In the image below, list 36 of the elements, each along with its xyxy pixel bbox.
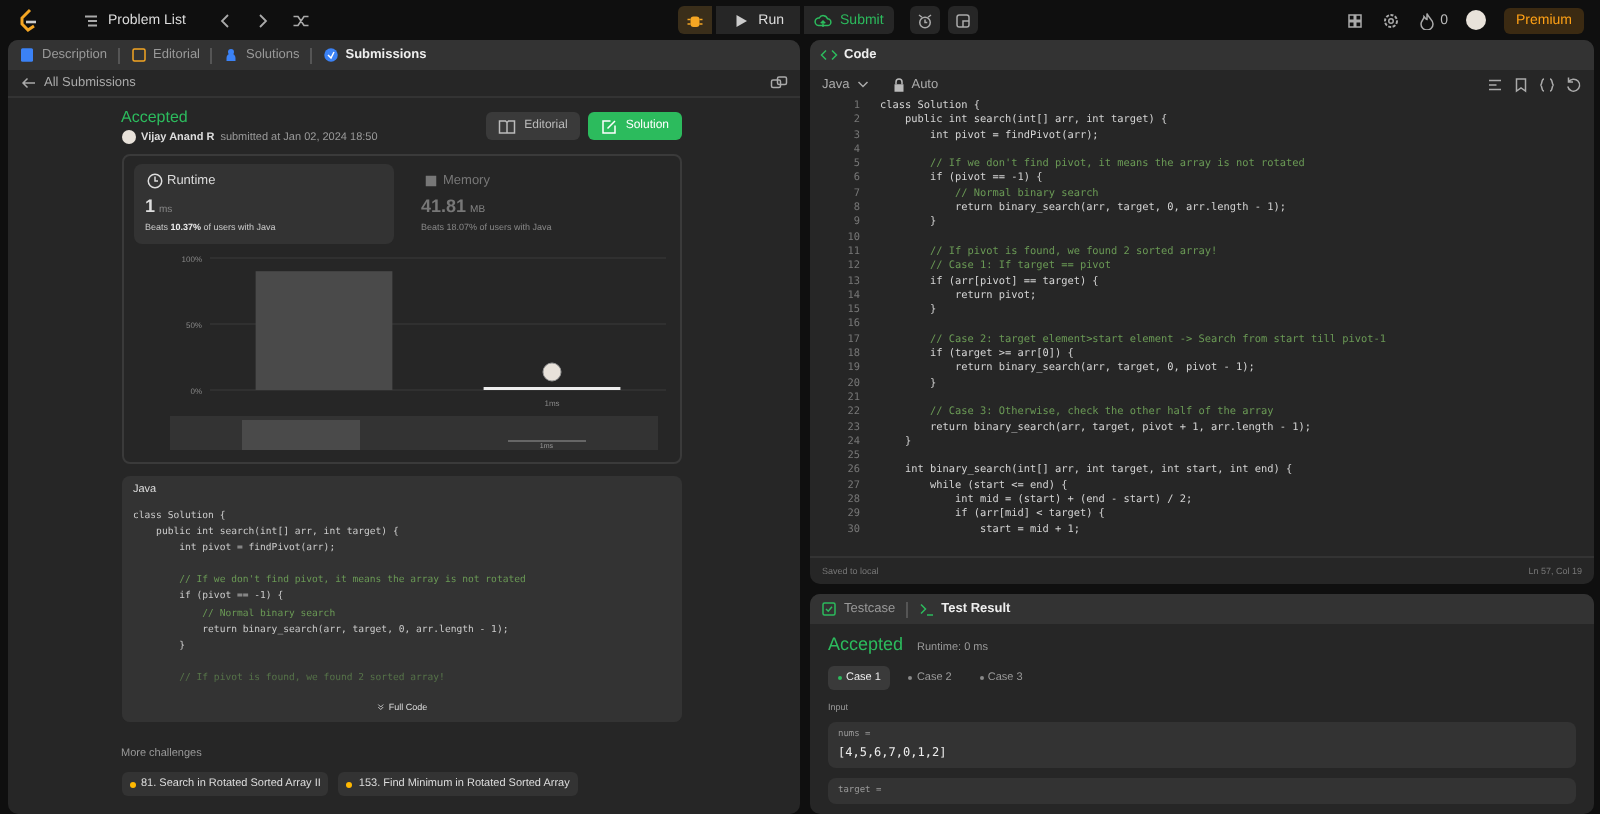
reset-icon[interactable]	[1564, 75, 1582, 93]
shuffle-icon[interactable]	[291, 11, 310, 29]
chip-icon[interactable]	[421, 172, 439, 190]
share-icon[interactable]	[770, 74, 788, 92]
alarm-clock-icon[interactable]	[915, 11, 934, 29]
next-icon[interactable]	[253, 11, 272, 29]
note-icon[interactable]	[953, 11, 972, 29]
previous-icon[interactable]	[215, 11, 234, 29]
person-icon[interactable]	[222, 46, 240, 64]
back-arrow-icon[interactable]	[20, 74, 38, 92]
chevrons-down-icon[interactable]	[374, 702, 385, 712]
play-icon[interactable]	[732, 11, 751, 29]
bookmark-icon[interactable]	[1512, 75, 1530, 93]
avatar	[121, 130, 135, 144]
terminal-icon[interactable]	[917, 600, 936, 618]
document-icon[interactable]	[18, 46, 36, 64]
settings-icon[interactable]	[1382, 11, 1401, 29]
logo-icon[interactable]	[16, 8, 40, 32]
checkbox-icon[interactable]	[820, 600, 838, 618]
cloud-upload-icon[interactable]	[814, 11, 833, 29]
layout-icon[interactable]	[1346, 11, 1365, 29]
status-text: Accepted	[828, 634, 904, 654]
braces-icon[interactable]	[1538, 75, 1556, 93]
code-icon[interactable]	[820, 46, 838, 64]
flame-icon[interactable]	[1418, 11, 1437, 29]
stat-value: 41.81	[421, 196, 467, 216]
lock-icon[interactable]	[889, 75, 908, 93]
stat-value: 1	[145, 196, 156, 216]
timer-button[interactable]	[909, 6, 940, 34]
notes-button[interactable]	[947, 6, 978, 34]
debug-button[interactable]	[678, 6, 713, 34]
format-icon[interactable]	[1486, 75, 1504, 93]
list-icon[interactable]	[82, 11, 100, 29]
status-text: Accepted	[121, 108, 190, 126]
avatar	[541, 362, 561, 382]
avatar[interactable]	[1465, 10, 1486, 30]
